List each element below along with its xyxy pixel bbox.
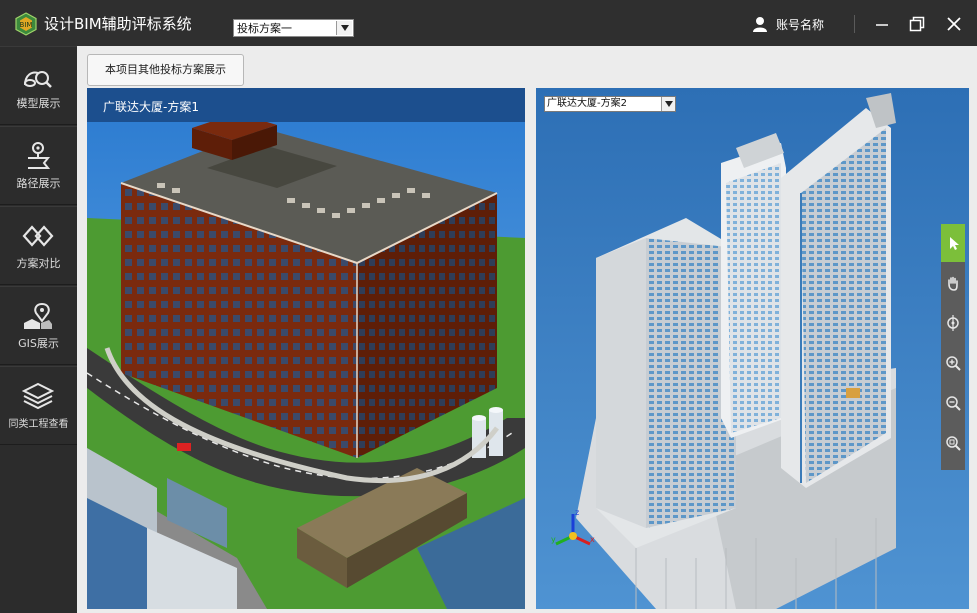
- svg-text:z: z: [575, 508, 579, 517]
- bim-model-scene-2[interactable]: [536, 88, 969, 609]
- zoom-in-button[interactable]: [941, 344, 965, 382]
- route-icon: [28, 142, 51, 169]
- svg-text:x: x: [590, 535, 595, 544]
- viewer-header-scheme-1: 广联达大厦-方案1: [87, 88, 525, 122]
- axis-gizmo-icon: z y x: [551, 508, 595, 546]
- select-tool-button[interactable]: [941, 224, 965, 262]
- model-viewer-scheme-1[interactable]: 广联达大厦-方案1: [87, 88, 525, 609]
- sidebar-item-label: 方案对比: [16, 257, 61, 270]
- gis-icon: [24, 302, 52, 329]
- main-content: 本项目其他投标方案展示 广联达大厦-方案1 广联达大厦-方案2 z y x: [77, 46, 977, 613]
- sidebar-item-route[interactable]: 路径展示: [0, 126, 77, 205]
- orbit-icon: [947, 315, 959, 331]
- pan-hand-icon: [948, 276, 958, 291]
- bim-model-scene-1[interactable]: [87, 88, 525, 609]
- viewer-title-scheme-1: 广联达大厦-方案1: [103, 100, 199, 114]
- sidebar-item-label: 路径展示: [16, 177, 61, 190]
- user-name[interactable]: 账号名称: [776, 16, 824, 33]
- user-icon: [753, 17, 767, 32]
- viewer-scheme-select[interactable]: 广联达大厦-方案2: [544, 96, 676, 112]
- zoom-in-icon: [946, 356, 961, 371]
- app-title: 设计BIM辅助评标系统: [44, 15, 192, 33]
- model-viewer-scheme-2[interactable]: 广联达大厦-方案2 z y x: [536, 88, 969, 609]
- zoom-fit-icon: [946, 436, 961, 451]
- orbit-tool-button[interactable]: [941, 304, 965, 342]
- app-logo-icon: BIM: [15, 12, 37, 36]
- pan-tool-button[interactable]: [941, 264, 965, 302]
- viewer-header-scheme-2: 广联达大厦-方案2: [536, 88, 969, 122]
- sidebar-item-similar-projects[interactable]: 同类工程查看: [0, 366, 77, 445]
- restore-button[interactable]: [903, 10, 931, 38]
- close-icon: [947, 17, 961, 31]
- sidebar: 模型展示 路径展示 方案对比 GIS展示 同类工程查看: [0, 46, 77, 613]
- zoom-fit-button[interactable]: [941, 424, 965, 462]
- scheme-select-value: 投标方案一: [237, 22, 292, 35]
- title-bar: BIM 设计BIM辅助评标系统 投标方案一 账号名称: [0, 0, 977, 46]
- svg-text:BIM: BIM: [20, 21, 33, 29]
- bim-app-window: BIM 设计BIM辅助评标系统 投标方案一 账号名称 模型展示 路径展示 方案对…: [0, 0, 977, 613]
- chevron-down-icon[interactable]: [336, 21, 352, 35]
- sidebar-item-gis[interactable]: GIS展示: [0, 286, 77, 365]
- restore-icon: [909, 16, 925, 32]
- sidebar-item-compare[interactable]: 方案对比: [0, 206, 77, 285]
- svg-text:y: y: [551, 535, 556, 544]
- compare-icon: [22, 225, 54, 247]
- other-schemes-button[interactable]: 本项目其他投标方案展示: [87, 54, 244, 86]
- layers-icon: [22, 382, 54, 410]
- viewer-scheme-select-value: 广联达大厦-方案2: [547, 98, 627, 109]
- scheme-select[interactable]: 投标方案一: [233, 19, 354, 37]
- sidebar-item-label: GIS展示: [18, 337, 59, 350]
- title-divider: [854, 15, 855, 33]
- close-button[interactable]: [940, 10, 968, 38]
- chevron-down-icon[interactable]: [661, 97, 675, 111]
- sidebar-item-label: 同类工程查看: [8, 419, 69, 430]
- view-toolbar: [941, 224, 965, 470]
- model-view-icon: [24, 71, 52, 88]
- sidebar-item-model-view[interactable]: 模型展示: [0, 46, 77, 125]
- minimize-button[interactable]: [868, 10, 896, 38]
- zoom-out-button[interactable]: [941, 384, 965, 422]
- select-cursor-icon: [950, 237, 959, 250]
- minimize-icon: [876, 24, 888, 26]
- sidebar-item-label: 模型展示: [16, 97, 61, 110]
- zoom-out-icon: [946, 396, 961, 411]
